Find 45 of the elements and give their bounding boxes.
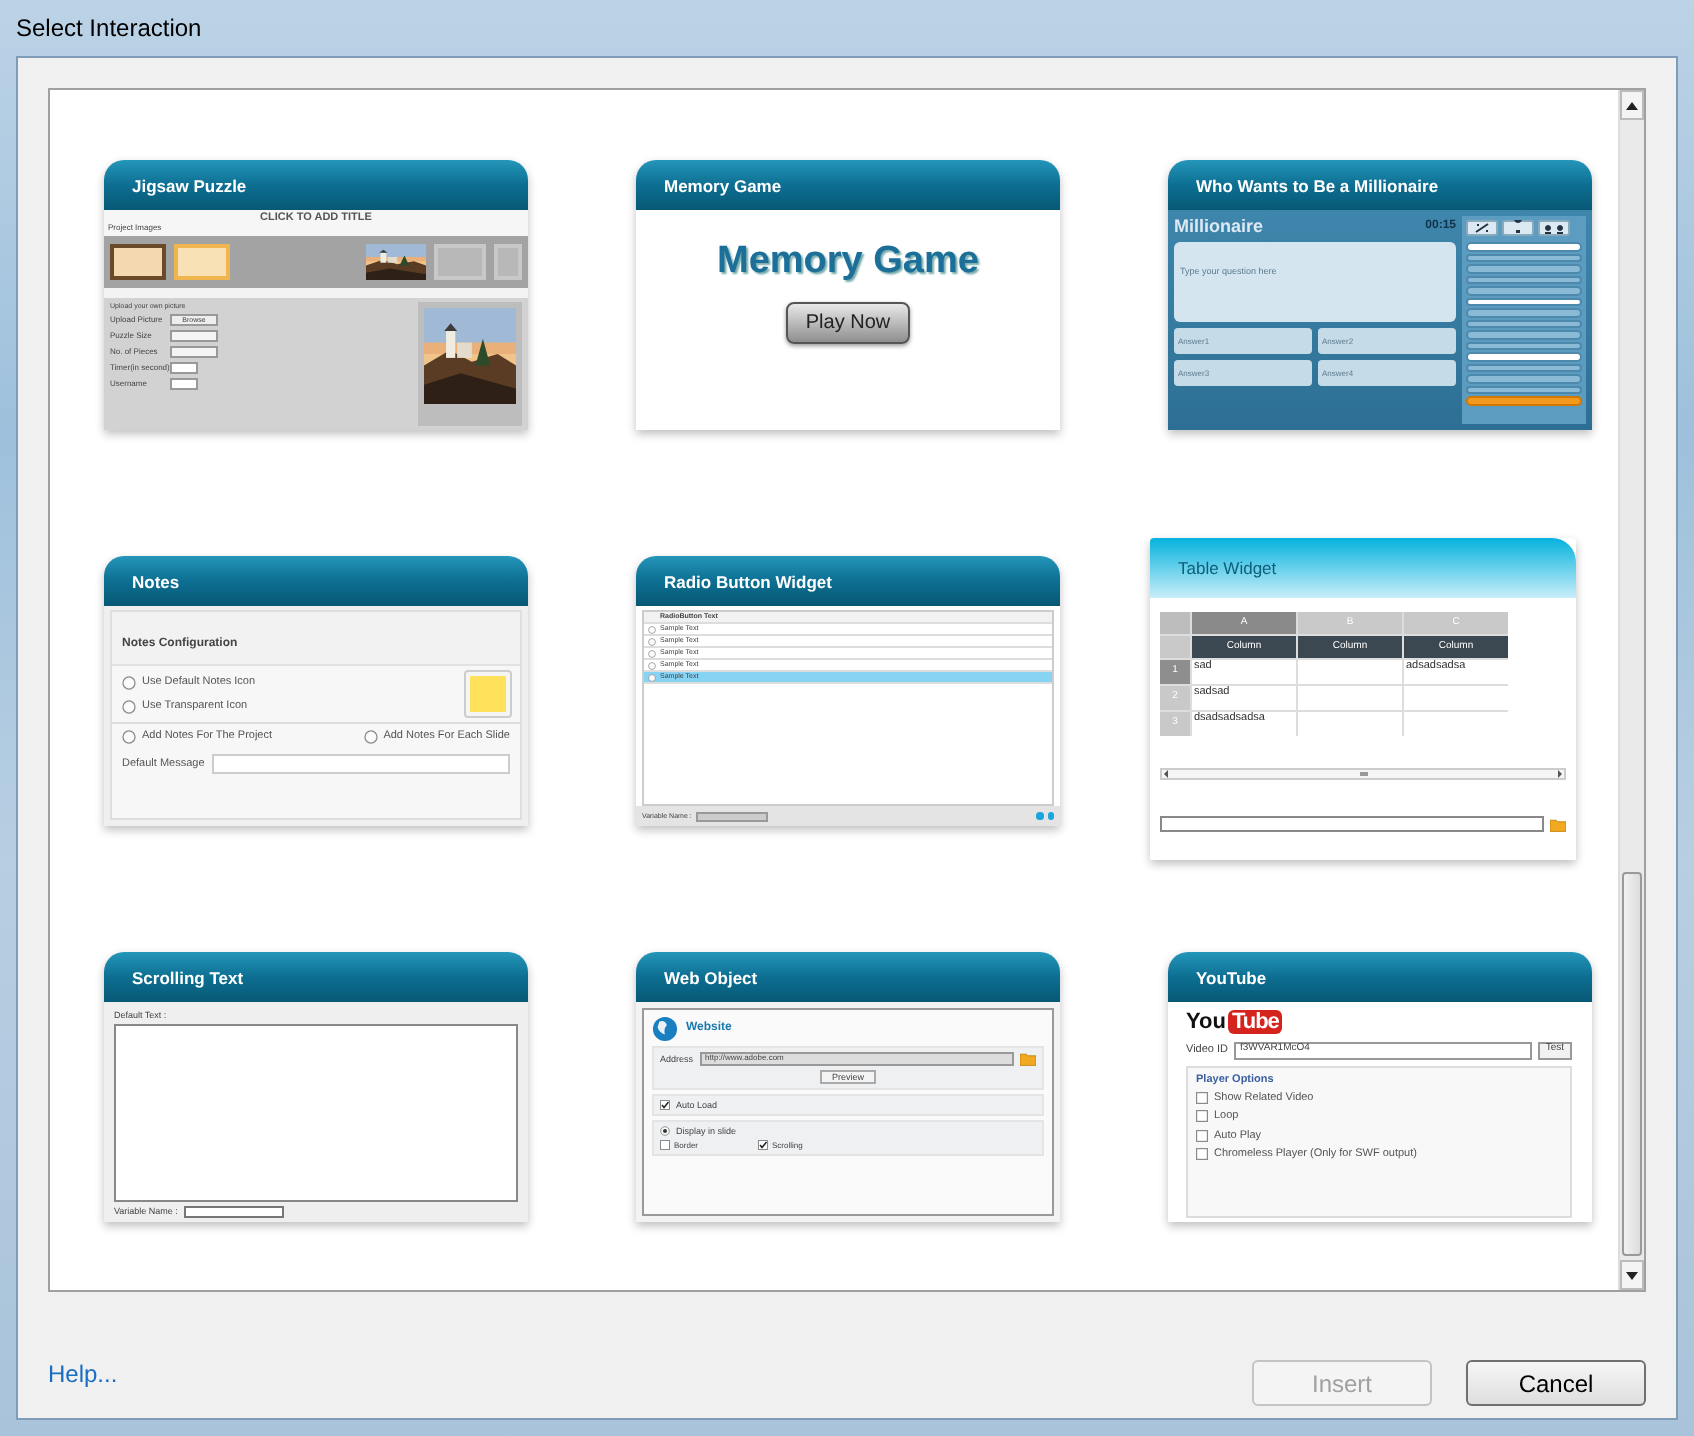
- card-title: Memory Game: [636, 160, 1060, 210]
- play-button: Play Now: [785, 302, 911, 344]
- table-cell: [1298, 712, 1402, 736]
- card-title: Table Widget: [1150, 538, 1576, 598]
- folder-icon: [1550, 817, 1566, 831]
- dot-icon: [1036, 812, 1043, 820]
- scroll-up-button[interactable]: [1620, 90, 1644, 120]
- globe-icon: [652, 1016, 678, 1042]
- folder-icon: [1020, 1052, 1036, 1066]
- film-thumbnail: [494, 243, 522, 280]
- card-title: Jigsaw Puzzle: [104, 160, 528, 210]
- film-thumbnail: [434, 243, 486, 280]
- select-field: [170, 329, 218, 342]
- frame-thumbnail: [110, 243, 166, 280]
- card-title: YouTube: [1168, 952, 1592, 1002]
- table-cell: [1298, 686, 1402, 710]
- percent-icon: [1466, 220, 1498, 236]
- table-cell: [1298, 660, 1402, 684]
- note-icon: [466, 672, 510, 716]
- card-title: Scrolling Text: [104, 952, 528, 1002]
- scroll-down-button[interactable]: [1620, 1260, 1644, 1290]
- card-title: Radio Button Widget: [636, 556, 1060, 606]
- variable-field: [695, 811, 768, 821]
- input-field: [170, 377, 198, 390]
- interaction-card[interactable]: Memory Game Memory Game Play Now: [636, 160, 1060, 430]
- frame-thumbnail: [174, 243, 230, 280]
- card-title: Who Wants to Be a Millionaire: [1168, 160, 1592, 210]
- corner-cell: [1160, 612, 1190, 634]
- window-title: Select Interaction: [16, 14, 202, 42]
- input-field: [170, 361, 198, 374]
- dot-icon: [1047, 812, 1054, 820]
- logo-text: You: [1186, 1010, 1226, 1036]
- logo-badge: Tube: [1227, 1010, 1283, 1035]
- card-title: Notes: [104, 556, 528, 606]
- corner-cell: [1160, 636, 1190, 658]
- card-title: Web Object: [636, 952, 1060, 1002]
- dialog-button[interactable]: Cancel: [1466, 1360, 1646, 1406]
- scrollbar-thumb[interactable]: [1622, 872, 1642, 1256]
- help-link[interactable]: Help...: [48, 1360, 118, 1388]
- variable-field: [183, 1206, 284, 1218]
- game-title: Memory Game: [717, 240, 979, 284]
- game-title: Millionaire: [1174, 216, 1264, 237]
- table-cell: [1404, 686, 1508, 710]
- select-field: [170, 345, 218, 358]
- people-icon: [1538, 220, 1570, 236]
